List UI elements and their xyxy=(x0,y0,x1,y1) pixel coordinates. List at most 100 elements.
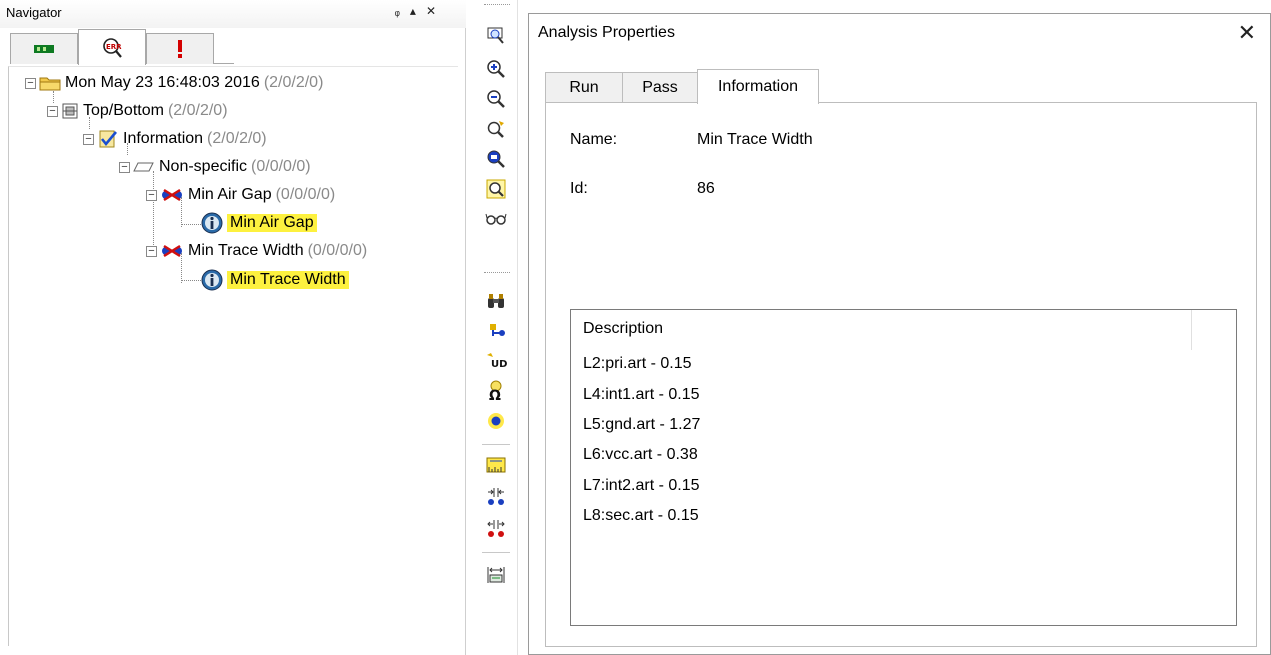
description-header[interactable]: Description xyxy=(583,320,663,338)
tree-count: (0/0/0/0) xyxy=(251,158,311,175)
drc-error-icon: ERR xyxy=(103,37,122,58)
navigator-title-buttons: ᵩ▴✕ xyxy=(395,4,446,18)
info-icon xyxy=(201,212,223,234)
toolbar-grip[interactable] xyxy=(484,272,510,273)
tree-label: Mon May 23 16:48:03 2016 xyxy=(65,74,260,91)
align-in-icon xyxy=(488,488,504,505)
tree-label: Min Air Gap xyxy=(227,214,317,232)
zoom-out-button[interactable] xyxy=(482,86,510,112)
align-out-button[interactable] xyxy=(482,516,510,542)
trace-width-icon xyxy=(160,243,184,259)
zoom-in-button[interactable] xyxy=(482,56,510,82)
svg-text:Ω: Ω xyxy=(489,388,501,402)
zoom-previous-button[interactable] xyxy=(482,116,510,142)
analysis-properties-dialog: Analysis Properties ✕ Run Pass Informati… xyxy=(528,13,1271,655)
list-item[interactable]: L5:gnd.art - 1.27 xyxy=(583,416,700,434)
zoom-window-button[interactable] xyxy=(482,22,510,48)
collapse-icon[interactable]: − xyxy=(47,105,58,117)
tree-label: Top/Bottom xyxy=(83,102,164,119)
collapse-icon[interactable]: − xyxy=(25,77,36,89)
tab-board[interactable] xyxy=(10,33,78,64)
align-in-button[interactable] xyxy=(482,484,510,510)
zoom-fit-icon xyxy=(487,150,505,168)
toolbar-separator xyxy=(482,552,510,553)
air-gap-icon xyxy=(160,187,184,203)
align-out-icon xyxy=(487,520,505,537)
svg-text:ERR: ERR xyxy=(106,43,122,51)
dialog-title: Analysis Properties xyxy=(538,24,675,41)
list-item[interactable]: L2:pri.art - 0.15 xyxy=(583,355,692,373)
measure-icon xyxy=(487,567,505,583)
view-button[interactable] xyxy=(482,206,510,232)
close-icon[interactable]: ✕ xyxy=(1238,22,1256,44)
measure-button[interactable] xyxy=(482,452,510,478)
measure-distance-button[interactable] xyxy=(482,562,510,588)
net-highlight-icon xyxy=(490,324,505,336)
close-icon[interactable]: ✕ xyxy=(426,4,446,18)
list-item[interactable]: L7:int2.art - 0.15 xyxy=(583,477,700,495)
description-list[interactable]: Description L2:pri.art - 0.15 L4:int1.ar… xyxy=(570,309,1237,626)
collapse-icon[interactable]: − xyxy=(83,133,94,145)
column-divider[interactable] xyxy=(1191,310,1192,350)
zoom-out-icon xyxy=(487,90,505,108)
tree-count: (0/0/0/0) xyxy=(275,186,336,203)
tree-item-analysis[interactable]: − Min Air Gap (0/0/0/0) xyxy=(146,182,335,208)
vertical-toolbar: UD Ω xyxy=(478,0,518,655)
tab-run[interactable]: Run xyxy=(545,72,623,103)
id-label: Id: xyxy=(570,180,588,197)
list-item[interactable]: L6:vcc.art - 0.38 xyxy=(583,446,698,464)
tree-count: (2/0/2/0) xyxy=(263,74,324,91)
info-icon xyxy=(201,269,223,291)
name-value: Min Trace Width xyxy=(697,131,813,148)
highlight-button[interactable] xyxy=(482,408,510,434)
zoom-fit-button[interactable] xyxy=(482,146,510,172)
tree-item-run[interactable]: − Mon May 23 16:48:03 2016 (2/0/2/0) xyxy=(25,70,323,96)
dropdown-icon[interactable]: ▴ xyxy=(410,4,426,18)
tab-information[interactable]: Information xyxy=(697,69,819,104)
find-button[interactable] xyxy=(482,288,510,314)
tab-errors[interactable] xyxy=(146,33,214,64)
list-item[interactable]: L8:sec.art - 0.15 xyxy=(583,507,699,525)
collapse-icon[interactable]: − xyxy=(146,189,157,201)
tree-count: (2/0/2/0) xyxy=(167,102,228,119)
binoculars-icon xyxy=(488,294,504,308)
navigator-panel: Navigator ᵩ▴✕ ERR − Mon May 23 16:48:03 … xyxy=(0,0,466,655)
navigator-tree: − Mon May 23 16:48:03 2016 (2/0/2/0) − T… xyxy=(8,66,458,646)
ud-icon: UD xyxy=(487,353,507,370)
tree-item-result[interactable]: Min Trace Width xyxy=(201,267,349,293)
tab-drc-results[interactable]: ERR xyxy=(78,29,146,65)
collapse-icon[interactable]: − xyxy=(146,245,157,257)
glasses-icon xyxy=(485,213,507,225)
tab-pass[interactable]: Pass xyxy=(622,72,698,103)
name-label: Name: xyxy=(570,131,618,148)
omega-button[interactable]: Ω xyxy=(482,378,510,404)
id-value: 86 xyxy=(697,180,715,197)
omega-icon: Ω xyxy=(489,380,502,402)
tree-item-category[interactable]: − Information (2/0/2/0) xyxy=(83,126,267,152)
tree-count: (0/0/0/0) xyxy=(307,242,368,259)
toolbar-grip[interactable] xyxy=(484,4,510,5)
tree-item-layer[interactable]: − Top/Bottom (2/0/2/0) xyxy=(47,98,228,124)
exclamation-icon xyxy=(178,40,182,58)
checked-document-icon xyxy=(97,130,119,148)
tree-label: Non-specific xyxy=(159,158,248,175)
tree-item-result[interactable]: Min Air Gap xyxy=(201,210,317,236)
layer-icon xyxy=(133,160,155,174)
zoom-selection-button[interactable] xyxy=(482,176,510,202)
tree-label: Information xyxy=(123,130,204,147)
pin-icon[interactable]: ᵩ xyxy=(395,4,410,18)
list-item[interactable]: L4:int1.art - 0.15 xyxy=(583,386,700,404)
tree-item-subcategory[interactable]: − Non-specific (0/0/0/0) xyxy=(119,154,311,180)
tree-count: (2/0/2/0) xyxy=(207,130,267,147)
collapse-icon[interactable]: − xyxy=(119,161,130,173)
ud-button[interactable]: UD xyxy=(482,348,510,374)
net-highlight-button[interactable] xyxy=(482,318,510,344)
sun-icon xyxy=(488,413,504,429)
tree-item-analysis[interactable]: − Min Trace Width (0/0/0/0) xyxy=(146,238,367,264)
toolbar-separator xyxy=(482,444,510,445)
zoom-in-icon xyxy=(487,60,505,78)
tree-label: Min Trace Width xyxy=(188,242,304,259)
zoom-previous-icon xyxy=(487,121,504,138)
svg-text:UD: UD xyxy=(491,359,507,370)
board-icon xyxy=(34,45,54,53)
